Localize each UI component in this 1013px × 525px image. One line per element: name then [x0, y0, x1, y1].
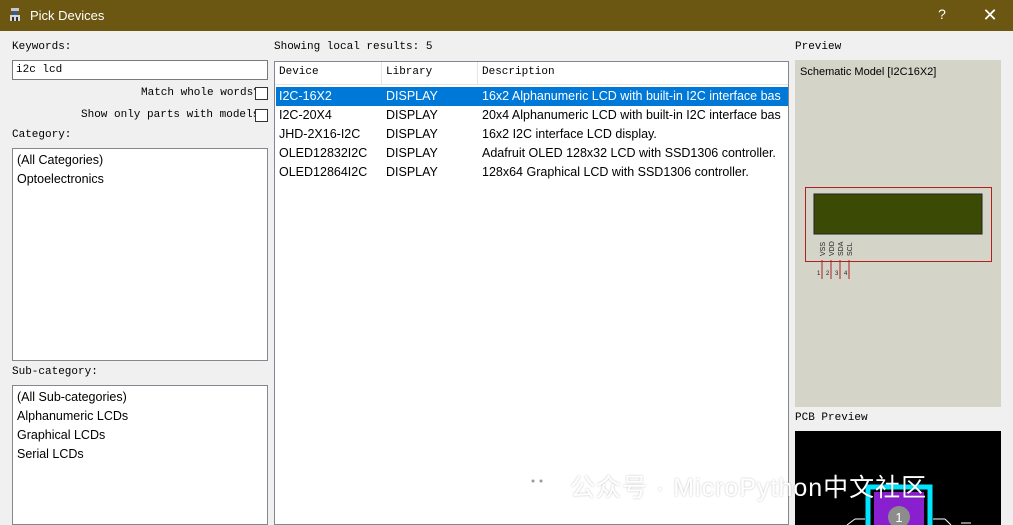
pin-label: VSS — [820, 242, 827, 256]
cell-library: DISPLAY — [386, 146, 438, 160]
results-header: Device Library Description — [275, 62, 788, 85]
pin-label: SDA — [838, 241, 845, 256]
cell-library: DISPLAY — [386, 108, 438, 122]
column-header-description[interactable]: Description — [478, 62, 788, 85]
results-summary: Showing local results: 5 — [274, 41, 433, 53]
table-row[interactable]: JHD-2X16-I2C DISPLAY 16x2 I2C interface … — [276, 125, 788, 144]
show-only-models-label: Show only parts with models? — [81, 109, 266, 121]
match-whole-words-checkbox[interactable] — [255, 87, 268, 100]
table-row[interactable]: OLED12864I2C DISPLAY 128x64 Graphical LC… — [276, 163, 788, 182]
window-title: Pick Devices — [30, 8, 105, 23]
cell-device: OLED12864I2C — [279, 165, 368, 179]
keywords-input[interactable]: i2c lcd — [12, 60, 268, 80]
cell-device: I2C-16X2 — [279, 89, 332, 103]
subcategory-item[interactable]: Serial LCDs — [13, 445, 267, 464]
schematic-preview: Schematic Model [I2C16X2] VSS VDD SDA SC… — [795, 60, 1001, 407]
cell-description: 128x64 Graphical LCD with SSD1306 contro… — [482, 165, 749, 179]
pin-number: 4 — [844, 271, 848, 277]
results-table[interactable]: Device Library Description I2C-16X2 DISP… — [274, 61, 789, 525]
proteus-app-icon — [10, 8, 20, 21]
table-row[interactable]: OLED12832I2C DISPLAY Adafruit OLED 128x3… — [276, 144, 788, 163]
preview-label: Preview — [795, 41, 842, 53]
subcategory-item[interactable]: Graphical LCDs — [13, 426, 267, 445]
category-item[interactable]: Optoelectronics — [13, 170, 267, 189]
keywords-label: Keywords: — [12, 41, 72, 53]
subcategory-label: Sub-category: — [12, 366, 98, 378]
category-list[interactable]: (All Categories) Optoelectronics — [12, 148, 268, 361]
pin-number: 2 — [826, 271, 830, 277]
pin-number: 1 — [817, 271, 821, 277]
pin-label: SCL — [847, 242, 854, 256]
help-button[interactable]: ? — [930, 6, 954, 26]
keywords-value: i2c lcd — [16, 64, 63, 76]
cell-device: OLED12832I2C — [279, 146, 368, 160]
pin-label: VDD — [829, 241, 836, 256]
column-header-device[interactable]: Device — [275, 62, 382, 85]
cell-library: DISPLAY — [386, 127, 438, 141]
pcb-preview-label: PCB Preview — [795, 412, 868, 424]
cell-library: DISPLAY — [386, 165, 438, 179]
subcategory-list[interactable]: (All Sub-categories) Alphanumeric LCDs G… — [12, 385, 268, 525]
subcategory-item[interactable]: Alphanumeric LCDs — [13, 407, 267, 426]
table-row[interactable]: I2C-16X2 DISPLAY 16x2 Alphanumeric LCD w… — [276, 87, 788, 106]
column-header-library[interactable]: Library — [382, 62, 478, 85]
show-only-models-checkbox[interactable] — [255, 109, 268, 122]
category-label: Category: — [12, 129, 72, 141]
cell-description: 20x4 Alphanumeric LCD with built-in I2C … — [482, 108, 781, 122]
table-row[interactable]: I2C-20X4 DISPLAY 20x4 Alphanumeric LCD w… — [276, 106, 788, 125]
close-button[interactable]: ✕ — [978, 4, 1002, 26]
match-whole-words-label: Match whole words? — [141, 87, 260, 99]
wechat-logo-icon — [525, 473, 559, 497]
watermark-text: 公众号 · MicroPython中文社区 — [570, 474, 928, 502]
cell-library: DISPLAY — [386, 89, 438, 103]
cell-device: JHD-2X16-I2C — [279, 127, 361, 141]
cell-description: Adafruit OLED 128x32 LCD with SSD1306 co… — [482, 146, 776, 160]
cell-device: I2C-20X4 — [279, 108, 332, 122]
pin-number: 3 — [835, 271, 839, 277]
subcategory-item[interactable]: (All Sub-categories) — [13, 388, 267, 407]
title-bar: Pick Devices ? ✕ — [0, 0, 1013, 31]
lcd-schematic-symbol: VSS VDD SDA SCL 1 2 3 4 — [805, 187, 992, 279]
cell-description: 16x2 Alphanumeric LCD with built-in I2C … — [482, 89, 781, 103]
pad-number: 1 — [895, 510, 902, 525]
category-item[interactable]: (All Categories) — [13, 151, 267, 170]
cell-description: 16x2 I2C interface LCD display. — [482, 127, 657, 141]
